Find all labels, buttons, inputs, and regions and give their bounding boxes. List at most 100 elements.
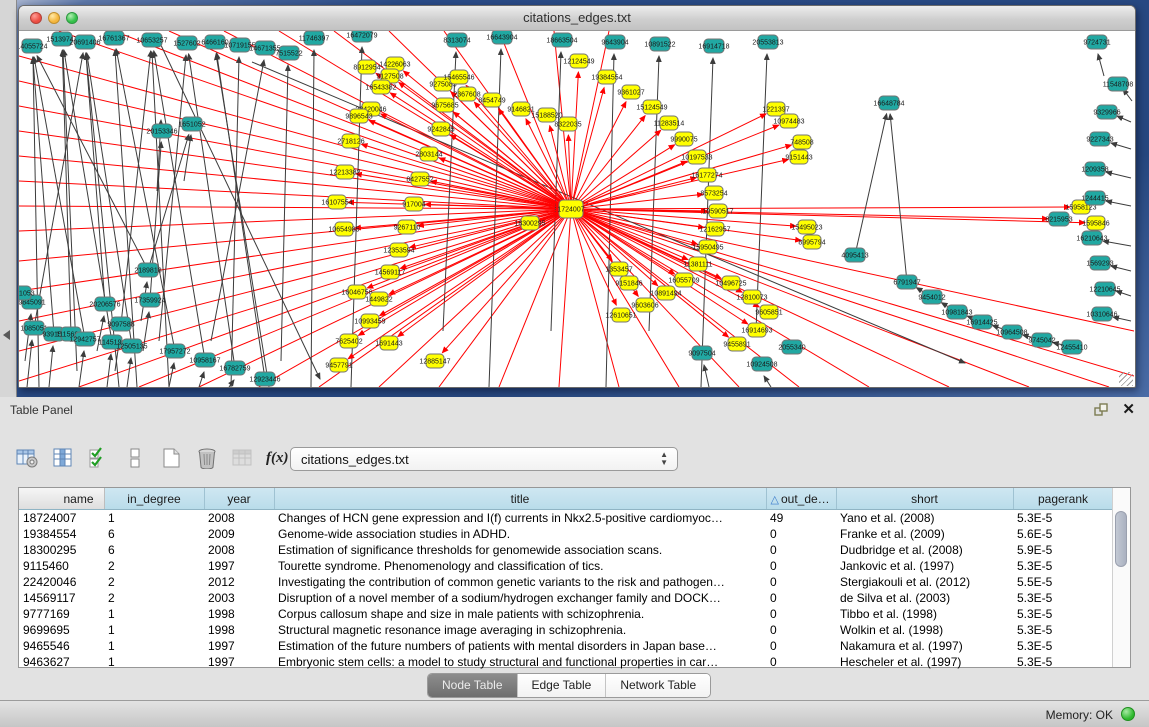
- network-node-teal[interactable]: 9643904: [601, 35, 628, 49]
- citation-edge-black[interactable]: [1117, 116, 1131, 122]
- network-node-yellow[interactable]: 16914693: [741, 323, 772, 337]
- network-node-teal[interactable]: 6791947: [893, 275, 920, 289]
- table-row[interactable]: 969969511998Structural magnetic resonanc…: [19, 622, 1113, 638]
- citation-edge-black[interactable]: [704, 365, 709, 387]
- network-node-teal[interactable]: 18663504: [546, 33, 577, 47]
- network-node-teal[interactable]: 10891522: [644, 37, 675, 51]
- citation-edge-black[interactable]: [148, 135, 189, 270]
- function-builder-icon[interactable]: f(x): [266, 450, 289, 467]
- citation-edge-red[interactable]: [19, 131, 571, 209]
- network-node-teal[interactable]: 9097588: [107, 317, 134, 331]
- citation-edge-black[interactable]: [855, 114, 887, 255]
- table-selector-dropdown[interactable]: citations_edges.txt ▲▼: [290, 447, 678, 471]
- network-node-yellow[interactable]: 16177274: [691, 168, 722, 182]
- network-node-teal[interactable]: 11746397: [299, 31, 330, 45]
- network-node-teal[interactable]: 9097504: [688, 346, 715, 360]
- network-node-teal[interactable]: 16761367: [98, 31, 129, 45]
- network-node-teal[interactable]: 7515522: [275, 46, 302, 60]
- table-row[interactable]: 977716911998Corpus callosum shape and si…: [19, 606, 1113, 622]
- citation-edge-red[interactable]: [559, 209, 571, 387]
- network-node-yellow[interactable]: 12213382: [329, 165, 360, 179]
- network-node-teal[interactable]: 1209358: [1081, 162, 1108, 176]
- citation-edge-red[interactable]: [19, 56, 571, 209]
- citation-edge-black[interactable]: [33, 58, 39, 387]
- network-node-yellow[interactable]: 12885147: [419, 354, 450, 368]
- network-node-teal[interactable]: 8313074: [443, 33, 470, 47]
- citation-edge-black[interactable]: [27, 340, 32, 387]
- citation-edge-black[interactable]: [33, 57, 54, 334]
- citation-edge-black[interactable]: [217, 53, 265, 379]
- column-header-title[interactable]: title: [274, 488, 766, 510]
- network-node-teal[interactable]: 16914718: [698, 39, 729, 53]
- new-document-icon[interactable]: [158, 445, 184, 471]
- close-panel-icon[interactable]: ✕: [1122, 400, 1135, 418]
- network-node-teal[interactable]: 20153346: [146, 124, 177, 138]
- network-node-yellow[interactable]: 9603606: [631, 298, 658, 312]
- table-row[interactable]: 1830029562008Estimation of significance …: [19, 542, 1113, 558]
- network-node-teal[interactable]: 16210643: [1076, 231, 1107, 245]
- network-node-teal[interactable]: 1569293: [1086, 256, 1113, 270]
- vertical-scrollbar[interactable]: [1112, 488, 1130, 667]
- network-node-teal[interactable]: 12210645: [1089, 282, 1120, 296]
- citation-edge-black[interactable]: [79, 351, 84, 387]
- network-node-teal[interactable]: 1651052: [178, 117, 205, 131]
- table-row[interactable]: 946554611997Estimation of the future num…: [19, 638, 1113, 654]
- citation-edge-black[interactable]: [107, 354, 111, 387]
- network-node-yellow[interactable]: 10993459: [354, 314, 385, 328]
- citation-edge-black[interactable]: [49, 346, 53, 387]
- table-row[interactable]: 1456911722003Disruption of a novel membe…: [19, 590, 1113, 606]
- network-node-yellow[interactable]: 748508: [790, 135, 813, 149]
- network-node-yellow[interactable]: 15188520: [531, 108, 562, 122]
- network-node-yellow[interactable]: 14569117: [375, 265, 406, 279]
- table-column-icon[interactable]: [50, 445, 76, 471]
- network-node-yellow[interactable]: 1595846: [1082, 216, 1109, 230]
- citation-edge-black[interactable]: [890, 114, 907, 282]
- citation-edge-black[interactable]: [756, 54, 767, 331]
- network-node-yellow[interactable]: 8995794: [798, 235, 825, 249]
- citation-edge-red[interactable]: [259, 209, 571, 387]
- citation-edge-black[interactable]: [764, 376, 771, 387]
- citation-edge-black[interactable]: [1106, 201, 1131, 206]
- column-header-short[interactable]: short: [836, 488, 1013, 510]
- memory-ok-indicator[interactable]: [1121, 707, 1135, 721]
- citation-edge-red[interactable]: [571, 102, 626, 209]
- unselect-all-icon[interactable]: [122, 445, 148, 471]
- network-node-teal[interactable]: 2189818: [134, 263, 161, 277]
- network-node-yellow[interactable]: 9455891: [723, 337, 750, 351]
- network-node-teal[interactable]: 20553813: [752, 35, 783, 49]
- network-node-teal[interactable]: 17359924: [134, 293, 165, 307]
- network-node-yellow[interactable]: 9457791: [325, 358, 352, 372]
- table-row[interactable]: 1938455462009Genome-wide association stu…: [19, 526, 1113, 542]
- citation-edge-red[interactable]: [571, 159, 788, 209]
- network-window-titlebar[interactable]: citations_edges.txt: [19, 6, 1135, 31]
- network-node-teal[interactable]: 10653257: [136, 33, 167, 47]
- network-node-yellow[interactable]: 9361027: [617, 85, 644, 99]
- select-all-icon[interactable]: [86, 445, 112, 471]
- network-node-teal[interactable]: 12923446: [249, 372, 280, 386]
- network-node-teal[interactable]: 12455410: [1056, 340, 1087, 354]
- network-node-teal[interactable]: 4095413: [841, 248, 868, 262]
- citation-edge-black[interactable]: [169, 363, 174, 387]
- citation-edge-black[interactable]: [86, 53, 105, 304]
- delete-icon[interactable]: [194, 445, 220, 471]
- column-header-pagerank[interactable]: pagerank: [1013, 488, 1113, 510]
- scrollbar-thumb[interactable]: [1115, 511, 1127, 567]
- network-node-yellow[interactable]: 9990075: [670, 132, 697, 146]
- citation-edge-black[interactable]: [1098, 54, 1104, 76]
- resize-grip[interactable]: [1119, 372, 1133, 386]
- network-node-yellow[interactable]: 16107554: [321, 195, 352, 209]
- column-header-name[interactable]: name: [19, 488, 104, 510]
- table-row[interactable]: 1872400712008Changes of HCN gene express…: [19, 510, 1113, 527]
- network-node-yellow[interactable]: 15950495: [692, 240, 723, 254]
- network-node-teal[interactable]: 2055340: [778, 340, 805, 354]
- network-node-yellow[interactable]: 10654985: [328, 222, 359, 236]
- citation-edge-black[interactable]: [184, 135, 191, 181]
- network-node-teal[interactable]: 16472079: [346, 31, 377, 42]
- citation-edge-black[interactable]: [311, 50, 314, 387]
- network-node-yellow[interactable]: 8912954: [353, 60, 380, 74]
- network-node-yellow[interactable]: 12162957: [699, 222, 730, 236]
- citation-edge-red[interactable]: [59, 31, 571, 209]
- citation-edge-black[interactable]: [1106, 172, 1131, 178]
- collapse-panel-arrow-icon[interactable]: [3, 330, 10, 340]
- table-row[interactable]: 946362711997Embryonic stem cells: a mode…: [19, 654, 1113, 670]
